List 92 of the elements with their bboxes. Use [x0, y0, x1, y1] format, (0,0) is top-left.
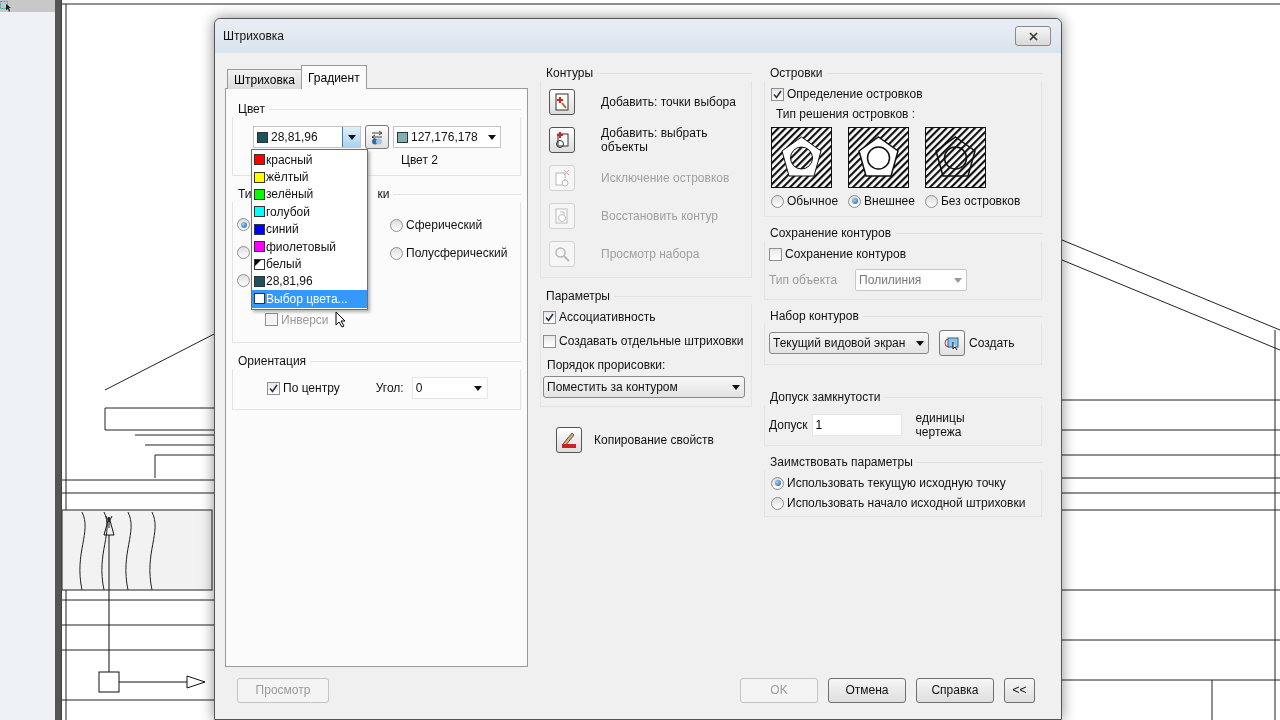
- dialog-button[interactable]: Справка: [916, 677, 994, 703]
- caret-icon: [953, 277, 962, 283]
- radio-label[interactable]: Внешнее: [848, 194, 915, 208]
- caret-icon: [487, 134, 496, 140]
- angle-label: Угол:: [375, 381, 404, 395]
- tool-button[interactable]: [549, 127, 575, 153]
- checkbox[interactable]: [543, 334, 556, 348]
- color-label: Цвет 2: [401, 153, 438, 167]
- group-title: Островки: [770, 66, 823, 80]
- angle-dropdown[interactable]: 0: [411, 377, 488, 399]
- radio-button[interactable]: [237, 218, 250, 231]
- radio-label[interactable]: Сферический: [390, 218, 508, 232]
- radio-button[interactable]: [848, 194, 862, 208]
- page-pick-icon: [554, 93, 570, 111]
- dialog-button[interactable]: <<: [1004, 677, 1035, 703]
- color-dropdown[interactable]: 28,81,96: [253, 126, 361, 148]
- checkbox[interactable]: [543, 310, 556, 324]
- magnifier-icon: [554, 246, 570, 262]
- group-title: ки: [377, 187, 390, 201]
- group-title: Ориентация: [238, 354, 307, 368]
- brush-icon: [560, 431, 578, 449]
- object-type-label: Тип объекта: [769, 273, 838, 287]
- radio-label[interactable]: Использовать начало исходной штриховки: [771, 496, 1037, 510]
- caret-icon: [915, 340, 924, 346]
- page-remove-icon: [554, 169, 570, 187]
- units-label: единицы чертежа: [915, 411, 966, 439]
- window-title: Штриховка: [223, 29, 284, 43]
- color-dropdown[interactable]: 127,176,178: [393, 126, 501, 148]
- action-label: Просмотр набора: [601, 247, 701, 261]
- radio-button[interactable]: [924, 194, 938, 208]
- tab[interactable]: Штриховка: [227, 69, 302, 89]
- tool-button[interactable]: [549, 89, 575, 115]
- create-label: Создать: [969, 336, 1015, 350]
- action-label: Исключение островков: [601, 171, 731, 185]
- group-title: Параметры: [546, 289, 610, 303]
- group-title: Сохранение контуров: [770, 226, 892, 240]
- close-icon: [1028, 31, 1038, 41]
- checkbox-label[interactable]: Ассоциативность: [543, 310, 749, 324]
- radio-label[interactable]: Обычное: [771, 194, 839, 208]
- tab[interactable]: Градиент: [301, 65, 367, 89]
- checkbox-label[interactable]: Создавать отдельные штриховки: [543, 334, 749, 348]
- island-style-label: Тип решения островков :: [775, 107, 917, 121]
- caret-icon: [347, 134, 356, 140]
- cursor-select-icon: [0, 0, 12, 12]
- island-style-picture: [925, 127, 986, 188]
- group-title: Контуры: [546, 66, 594, 80]
- menu-item[interactable]: голубой: [252, 203, 367, 221]
- group-title: Цвет: [238, 102, 265, 116]
- swap-icon: [369, 129, 385, 145]
- checkbox-label[interactable]: По центру: [267, 381, 340, 395]
- draw-order-dropdown[interactable]: Поместить за контуром: [543, 376, 745, 398]
- caret-icon: [474, 385, 483, 391]
- boundary-set-dropdown[interactable]: Текущий видовой экран: [769, 332, 929, 354]
- tolerance-field[interactable]: 1: [811, 414, 902, 436]
- draw-order-label: Порядок прорисовки:: [546, 358, 667, 372]
- radio-button[interactable]: [771, 476, 784, 490]
- menu-item[interactable]: жёлтый: [252, 168, 367, 186]
- close-button[interactable]: [1015, 26, 1051, 46]
- menu-item[interactable]: красный: [252, 151, 367, 169]
- menu-item[interactable]: белый: [252, 255, 367, 273]
- checkbox[interactable]: [771, 87, 784, 101]
- ucs-icon: [98, 515, 206, 693]
- caret-icon: [731, 384, 740, 390]
- radio-label[interactable]: Полусферический: [390, 246, 508, 260]
- group-title: Допуск замкнутости: [770, 390, 881, 404]
- copy-properties-button[interactable]: [556, 427, 582, 453]
- radio-label[interactable]: Без островков: [924, 194, 1021, 208]
- select-window-icon: [944, 335, 960, 351]
- page-refresh-icon: [554, 207, 570, 225]
- group-title: Заимствовать параметры: [770, 455, 913, 469]
- action-label: Добавить: выбрать объекты: [601, 126, 709, 154]
- page-select-icon: [554, 131, 570, 149]
- radio-label[interactable]: Использовать текущую исходную точку: [771, 476, 1037, 490]
- group-title: Ти: [238, 187, 252, 201]
- swap-colors-button[interactable]: [365, 125, 389, 149]
- radio-button[interactable]: [390, 246, 403, 260]
- radio-button[interactable]: [237, 274, 250, 287]
- island-style-picture: [771, 127, 832, 188]
- tolerance-label: Допуск: [769, 418, 808, 432]
- group-title: Набор контуров: [770, 309, 859, 323]
- island-style-picture: [848, 127, 909, 188]
- checkbox-label[interactable]: Определение островков: [771, 87, 1035, 101]
- action-label: Добавить: точки выбора: [601, 95, 737, 109]
- new-boundary-set-button[interactable]: [939, 330, 965, 356]
- checkbox[interactable]: [267, 381, 280, 395]
- radio-button[interactable]: [771, 194, 784, 208]
- radio-button[interactable]: [390, 218, 403, 232]
- action-label: Восстановить контур: [601, 209, 720, 223]
- copy-properties-label: Копирование свойств: [594, 433, 714, 447]
- dialog-button[interactable]: Отмена: [828, 677, 906, 703]
- radio-button[interactable]: [771, 496, 784, 510]
- radio-button[interactable]: [237, 246, 250, 259]
